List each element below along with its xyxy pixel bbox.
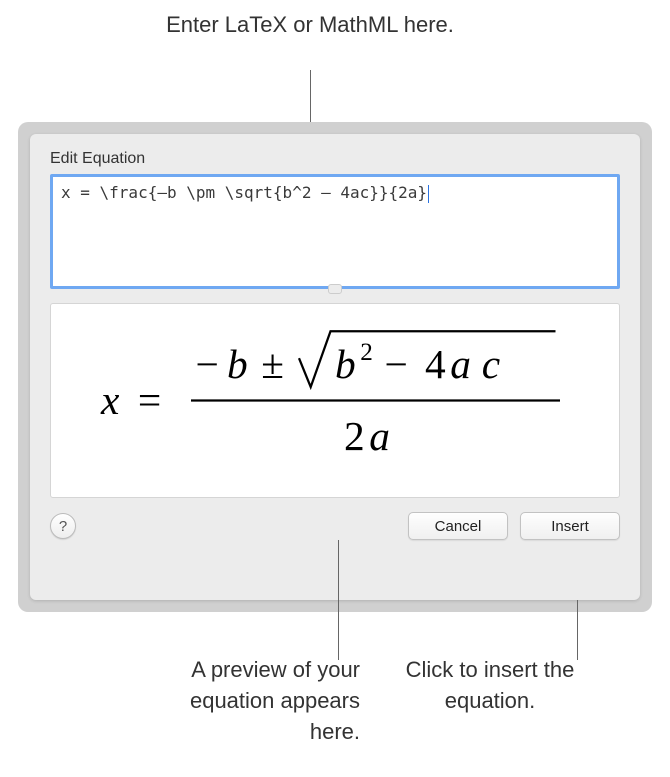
dialog-title: Edit Equation (50, 150, 620, 168)
callout-preview-hint: A preview of your equation appears here. (140, 655, 360, 747)
callout-line (577, 600, 578, 660)
dialog-button-row: ? Cancel Insert (50, 512, 620, 540)
callout-line (338, 540, 339, 660)
equation-preview: x = − b ± b 2 − 4 a c 2 a (50, 303, 620, 498)
help-button[interactable]: ? (50, 513, 76, 539)
svg-text:x: x (100, 377, 120, 423)
equation-input[interactable]: x = \frac{–b \pm \sqrt{b^2 – 4ac}}{2a} (50, 174, 620, 289)
dialog-body: Edit Equation x = \frac{–b \pm \sqrt{b^2… (30, 134, 640, 600)
svg-text:2: 2 (360, 339, 373, 366)
svg-text:−: − (196, 341, 219, 387)
svg-text:c: c (482, 341, 500, 387)
resize-handle-icon[interactable] (328, 284, 342, 294)
equation-dialog: Edit Equation x = \frac{–b \pm \sqrt{b^2… (18, 122, 652, 612)
callout-input-hint: Enter LaTeX or MathML here. (160, 10, 460, 41)
svg-text:b: b (227, 341, 248, 387)
svg-text:a: a (369, 413, 390, 459)
cancel-button[interactable]: Cancel (408, 512, 508, 540)
callout-insert-hint: Click to insert the equation. (380, 655, 600, 717)
svg-text:a: a (450, 341, 471, 387)
svg-text:2: 2 (344, 413, 365, 459)
help-icon: ? (59, 518, 67, 535)
equation-input-text: x = \frac{–b \pm \sqrt{b^2 – 4ac}}{2a} (61, 183, 427, 202)
svg-text:4: 4 (425, 341, 446, 387)
insert-button[interactable]: Insert (520, 512, 620, 540)
svg-text:−: − (385, 341, 408, 387)
svg-text:±: ± (261, 341, 284, 387)
svg-text:b: b (335, 341, 356, 387)
svg-text:=: = (138, 377, 161, 423)
equation-preview-svg: x = − b ± b 2 − 4 a c 2 a (71, 324, 599, 477)
